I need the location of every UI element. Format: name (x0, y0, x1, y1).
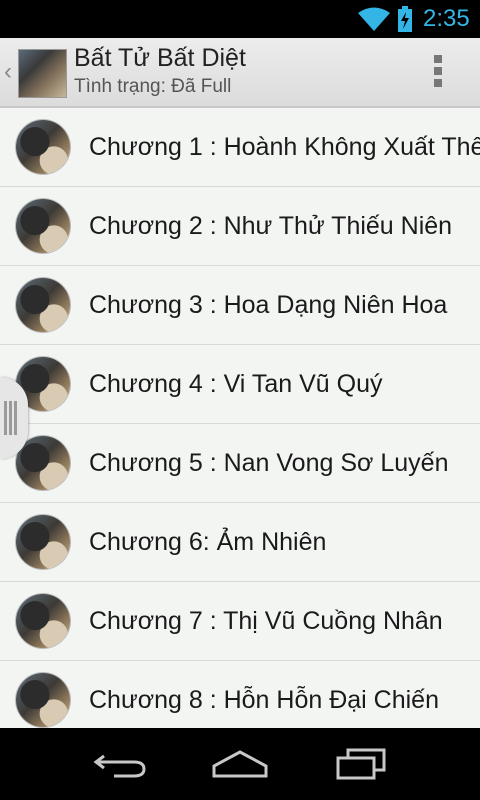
chapter-label: Chương 7 : Thị Vũ Cuồng Nhân (89, 607, 443, 635)
chapter-thumbnail (16, 515, 70, 569)
back-icon[interactable] (90, 748, 150, 780)
list-item[interactable]: Chương 8 : Hỗn Hỗn Đại Chiến (0, 661, 480, 728)
chapter-label: Chương 4 : Vi Tan Vũ Quý (89, 370, 383, 398)
overflow-menu-icon[interactable] (430, 55, 446, 91)
chapter-label: Chương 1 : Hoành Không Xuất Thế (89, 133, 480, 161)
page-title: Bất Tử Bất Diệt (74, 44, 246, 72)
list-item[interactable]: Chương 4 : Vi Tan Vũ Quý (0, 345, 480, 424)
chapter-label: Chương 3 : Hoa Dạng Niên Hoa (89, 291, 448, 319)
chapter-thumbnail (16, 120, 70, 174)
list-item[interactable]: Chương 1 : Hoành Không Xuất Thế (0, 108, 480, 187)
chapter-thumbnail (16, 594, 70, 648)
wifi-icon (358, 7, 390, 31)
action-bar: ‹ Bất Tử Bất Diệt Tình trạng: Đã Full (0, 38, 480, 108)
book-cover-icon[interactable] (18, 49, 67, 98)
chapter-label: Chương 2 : Như Thử Thiếu Niên (89, 212, 453, 240)
chapter-thumbnail (16, 278, 70, 332)
chapter-list: Chương 1 : Hoành Không Xuất Thế Chương 2… (0, 108, 480, 728)
drawer-handle-icon (4, 401, 20, 435)
list-item[interactable]: Chương 6: Ảm Nhiên (0, 503, 480, 582)
list-item[interactable]: Chương 7 : Thị Vũ Cuồng Nhân (0, 582, 480, 661)
list-item[interactable]: Chương 5 : Nan Vong Sơ Luyến (0, 424, 480, 503)
status-bar: 2:35 (0, 0, 480, 38)
chapter-label: Chương 5 : Nan Vong Sơ Luyến (89, 449, 449, 477)
chevron-left-icon[interactable]: ‹ (4, 60, 12, 84)
list-item[interactable]: Chương 2 : Như Thử Thiếu Niên (0, 187, 480, 266)
chapter-thumbnail (16, 673, 70, 727)
clock: 2:35 (423, 5, 470, 32)
chapter-label: Chương 6: Ảm Nhiên (89, 528, 327, 556)
home-icon[interactable] (210, 748, 270, 780)
navigation-bar (0, 728, 480, 800)
recents-icon[interactable] (330, 748, 390, 780)
list-item[interactable]: Chương 3 : Hoa Dạng Niên Hoa (0, 266, 480, 345)
battery-icon (398, 6, 412, 32)
chapter-label: Chương 8 : Hỗn Hỗn Đại Chiến (89, 686, 439, 714)
chapter-thumbnail (16, 199, 70, 253)
page-subtitle: Tình trạng: Đã Full (74, 76, 232, 97)
